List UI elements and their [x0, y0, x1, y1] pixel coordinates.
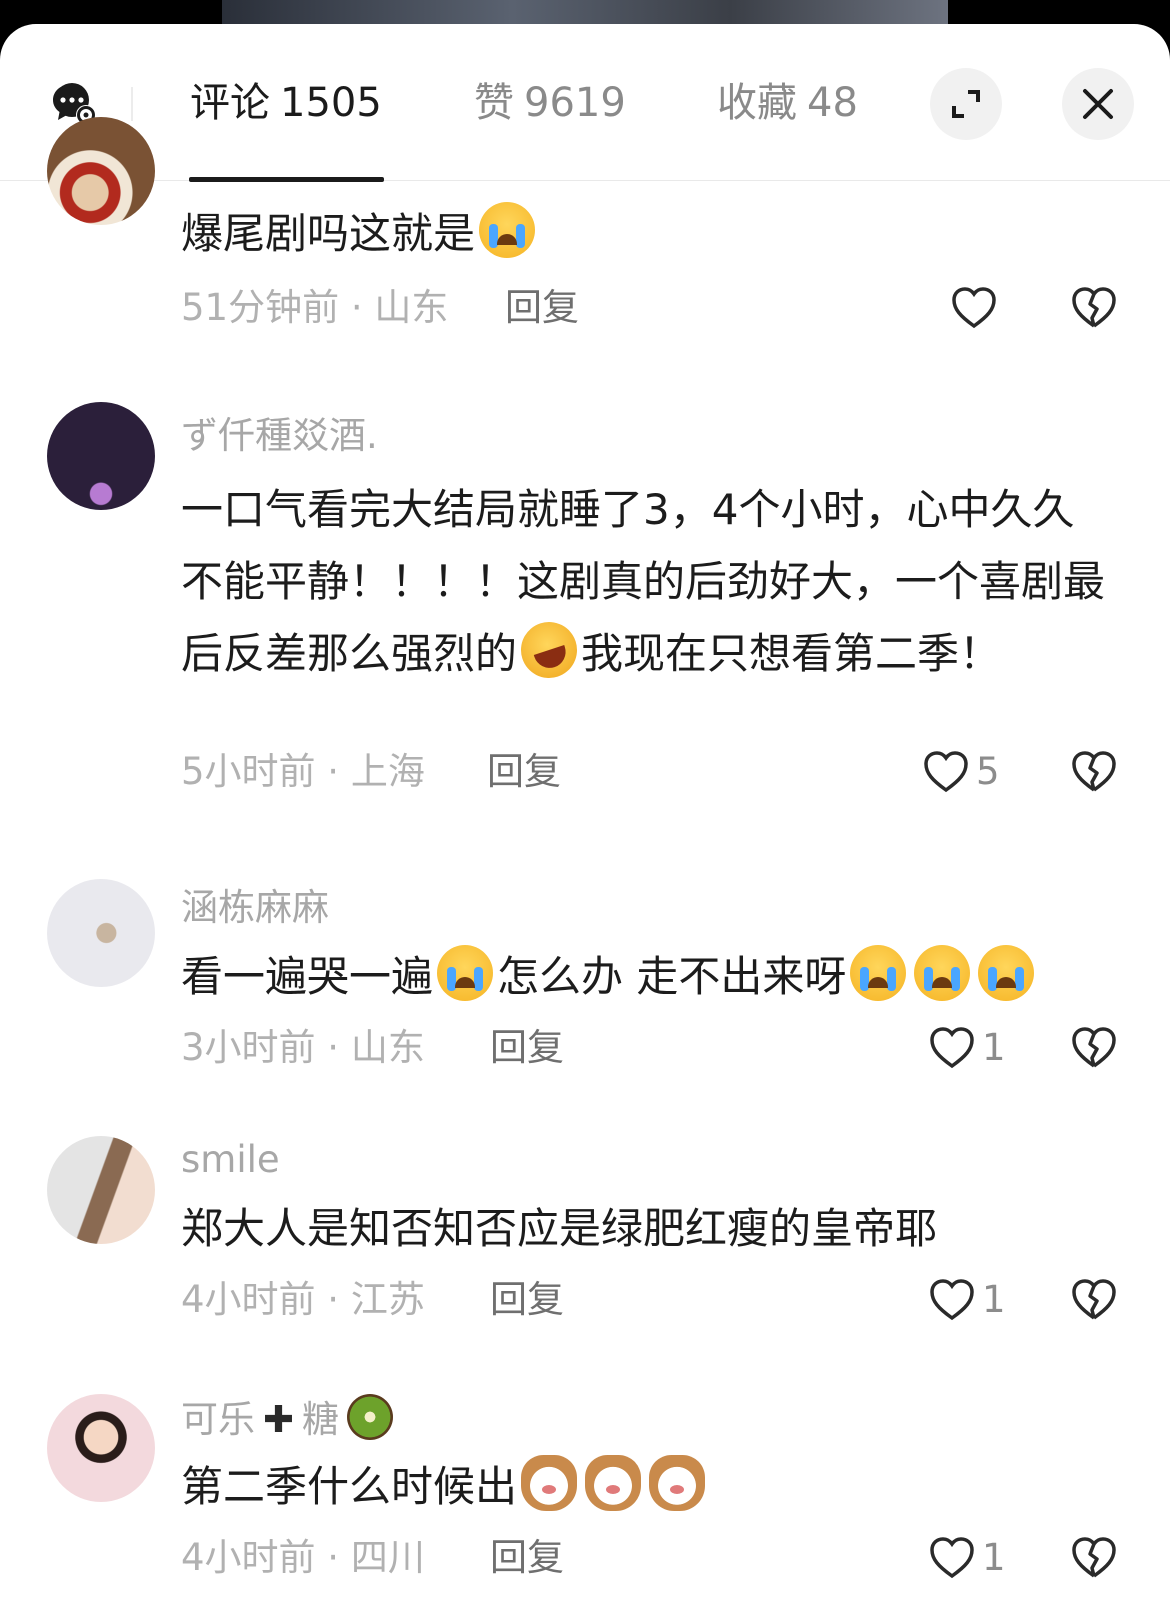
cat-emoji [521, 1455, 578, 1511]
avatar[interactable] [47, 1394, 155, 1502]
heart-icon [924, 751, 968, 793]
like-button[interactable]: 1 [928, 1024, 1006, 1072]
comment-time: 3小时前 [181, 1026, 316, 1069]
crying-emoji [914, 945, 971, 1001]
close-icon [1083, 89, 1113, 119]
broken-heart-icon[interactable] [1070, 1276, 1118, 1324]
comment-text: 看一遍哭一遍 怎么办 走不出来呀 [181, 941, 1116, 1013]
meta-separator: · [315, 1536, 351, 1579]
cat-emoji [649, 1455, 706, 1511]
heart-icon [952, 287, 996, 329]
meta-separator: · [339, 286, 375, 329]
comment-text-part: 爆尾剧吗这就是 [181, 209, 476, 258]
reply-button[interactable]: 回复 [490, 1024, 564, 1072]
comment-item: smile 郑大人是知否知否应是绿肥红瘦的皇帝耶 4小时前 · 江苏 回复 1 [0, 1136, 1170, 1366]
cat-emoji [585, 1455, 642, 1511]
tab-favorites-count: 48 [807, 80, 858, 126]
comment-location: 江苏 [350, 1278, 425, 1321]
reply-button[interactable]: 回复 [505, 284, 579, 332]
header-divider [131, 87, 133, 121]
comment-username[interactable]: 可乐 ✚ 糖 [181, 1394, 394, 1444]
comment-item: 可乐 ✚ 糖 第二季什么时候出 4小时前 · 四川 回复 1 [0, 1394, 1170, 1603]
tab-comments-count: 1505 [280, 80, 382, 126]
tab-comments[interactable]: 评论 1505 [190, 76, 382, 130]
like-count: 1 [982, 1026, 1006, 1069]
comment-location: 山东 [374, 286, 449, 329]
username-part: 可乐 [181, 1398, 255, 1441]
meta-separator: · [315, 1278, 351, 1321]
crying-emoji [479, 202, 536, 258]
tab-favorites[interactable]: 收藏 48 [717, 76, 867, 130]
avatar[interactable] [47, 402, 155, 510]
like-count: 5 [976, 750, 1000, 793]
comment-text-part: 我现在只想看第二季！ [581, 629, 1002, 678]
close-button[interactable] [1062, 68, 1134, 140]
reply-button[interactable]: 回复 [487, 748, 561, 796]
comment-text-part: 郑大人是知否知否应是绿肥红瘦的皇帝耶 [181, 1204, 938, 1253]
comment-text: 第二季什么时候出 [181, 1451, 1116, 1523]
broken-heart-icon[interactable] [1070, 1024, 1118, 1072]
comment-text: 一口气看完大结局就睡了3，4个小时，心中久久不能平静！！！！这剧真的后劲好大，一… [181, 474, 1116, 690]
like-button[interactable]: 5 [922, 748, 1000, 796]
like-button[interactable] [950, 284, 998, 332]
comment-meta: 3小时前 · 山东 [181, 1024, 425, 1072]
comment-meta: 4小时前 · 江苏 [181, 1276, 425, 1324]
comment-time: 5小时前 [181, 750, 316, 793]
comment-meta: 4小时前 · 四川 [181, 1534, 425, 1582]
comment-text: 爆尾剧吗这就是 [181, 198, 1116, 270]
crying-emoji [437, 945, 494, 1001]
like-count: 1 [982, 1536, 1006, 1579]
comment-time: 4小时前 [181, 1278, 316, 1321]
plus-icon: ✚ [263, 1398, 295, 1441]
comment-text-part: 第二季什么时候出 [181, 1462, 518, 1511]
broken-heart-icon[interactable] [1070, 748, 1118, 796]
comment-location: 山东 [350, 1026, 425, 1069]
comment-text-part: 怎么办 走不出来呀 [497, 952, 847, 1001]
comment-time: 51分钟前 [181, 286, 340, 329]
comment-location: 四川 [350, 1536, 425, 1579]
meta-separator: · [315, 750, 351, 793]
comment-item: ず仟種㸚酒. 一口气看完大结局就睡了3，4个小时，心中久久不能平静！！！！这剧真… [0, 402, 1170, 832]
comments-header: 评论 1505 赞 9619 收藏 48 [0, 24, 1170, 182]
tab-likes[interactable]: 赞 9619 [474, 76, 626, 130]
rofl-emoji [513, 614, 585, 686]
avatar[interactable] [47, 1136, 155, 1244]
reply-button[interactable]: 回复 [490, 1534, 564, 1582]
expand-button[interactable] [930, 68, 1002, 140]
expand-icon [952, 90, 980, 118]
reply-button[interactable]: 回复 [490, 1276, 564, 1324]
comment-username[interactable]: smile [181, 1136, 280, 1184]
heart-icon [930, 1537, 974, 1579]
crying-emoji [978, 945, 1035, 1001]
broken-heart-icon[interactable] [1070, 284, 1118, 332]
avatar[interactable] [47, 879, 155, 987]
comment-text: 郑大人是知否知否应是绿肥红瘦的皇帝耶 [181, 1193, 1116, 1265]
kiwi-emoji [347, 1394, 394, 1440]
meta-separator: · [315, 1026, 351, 1069]
username-part: 糖 [302, 1398, 340, 1441]
comment-meta: 5小时前 · 上海 [181, 748, 425, 796]
comment-text-part: 看一遍哭一遍 [181, 952, 434, 1001]
comment-meta: 51分钟前 · 山东 [181, 284, 448, 332]
crying-emoji [850, 945, 907, 1001]
like-count: 1 [982, 1278, 1006, 1321]
tab-likes-count: 9619 [524, 80, 626, 126]
comment-time: 4小时前 [181, 1536, 316, 1579]
like-button[interactable]: 1 [928, 1534, 1006, 1582]
tab-comments-label: 评论 [190, 80, 270, 126]
tab-favorites-label: 收藏 [717, 80, 797, 126]
comments-sheet: 评论1505 赞9619 收藏48 爆尾剧吗这就是 51分钟前 · 山东 [0, 24, 1170, 1603]
comment-username[interactable]: ず仟種㸚酒. [181, 412, 378, 460]
heart-icon [930, 1279, 974, 1321]
like-button[interactable]: 1 [928, 1276, 1006, 1324]
comment-item: 涵栋麻麻 看一遍哭一遍 怎么办 走不出来呀 3小时前 · 山东 回复 1 [0, 879, 1170, 1109]
heart-icon [930, 1027, 974, 1069]
tab-likes-label: 赞 [474, 80, 514, 126]
broken-heart-icon[interactable] [1070, 1534, 1118, 1582]
comment-location: 上海 [350, 750, 425, 793]
avatar[interactable] [47, 117, 155, 225]
comment-username[interactable]: 涵栋麻麻 [181, 884, 329, 932]
comment-item: 爆尾剧吗这就是 51分钟前 · 山东 回复 [0, 117, 1170, 371]
